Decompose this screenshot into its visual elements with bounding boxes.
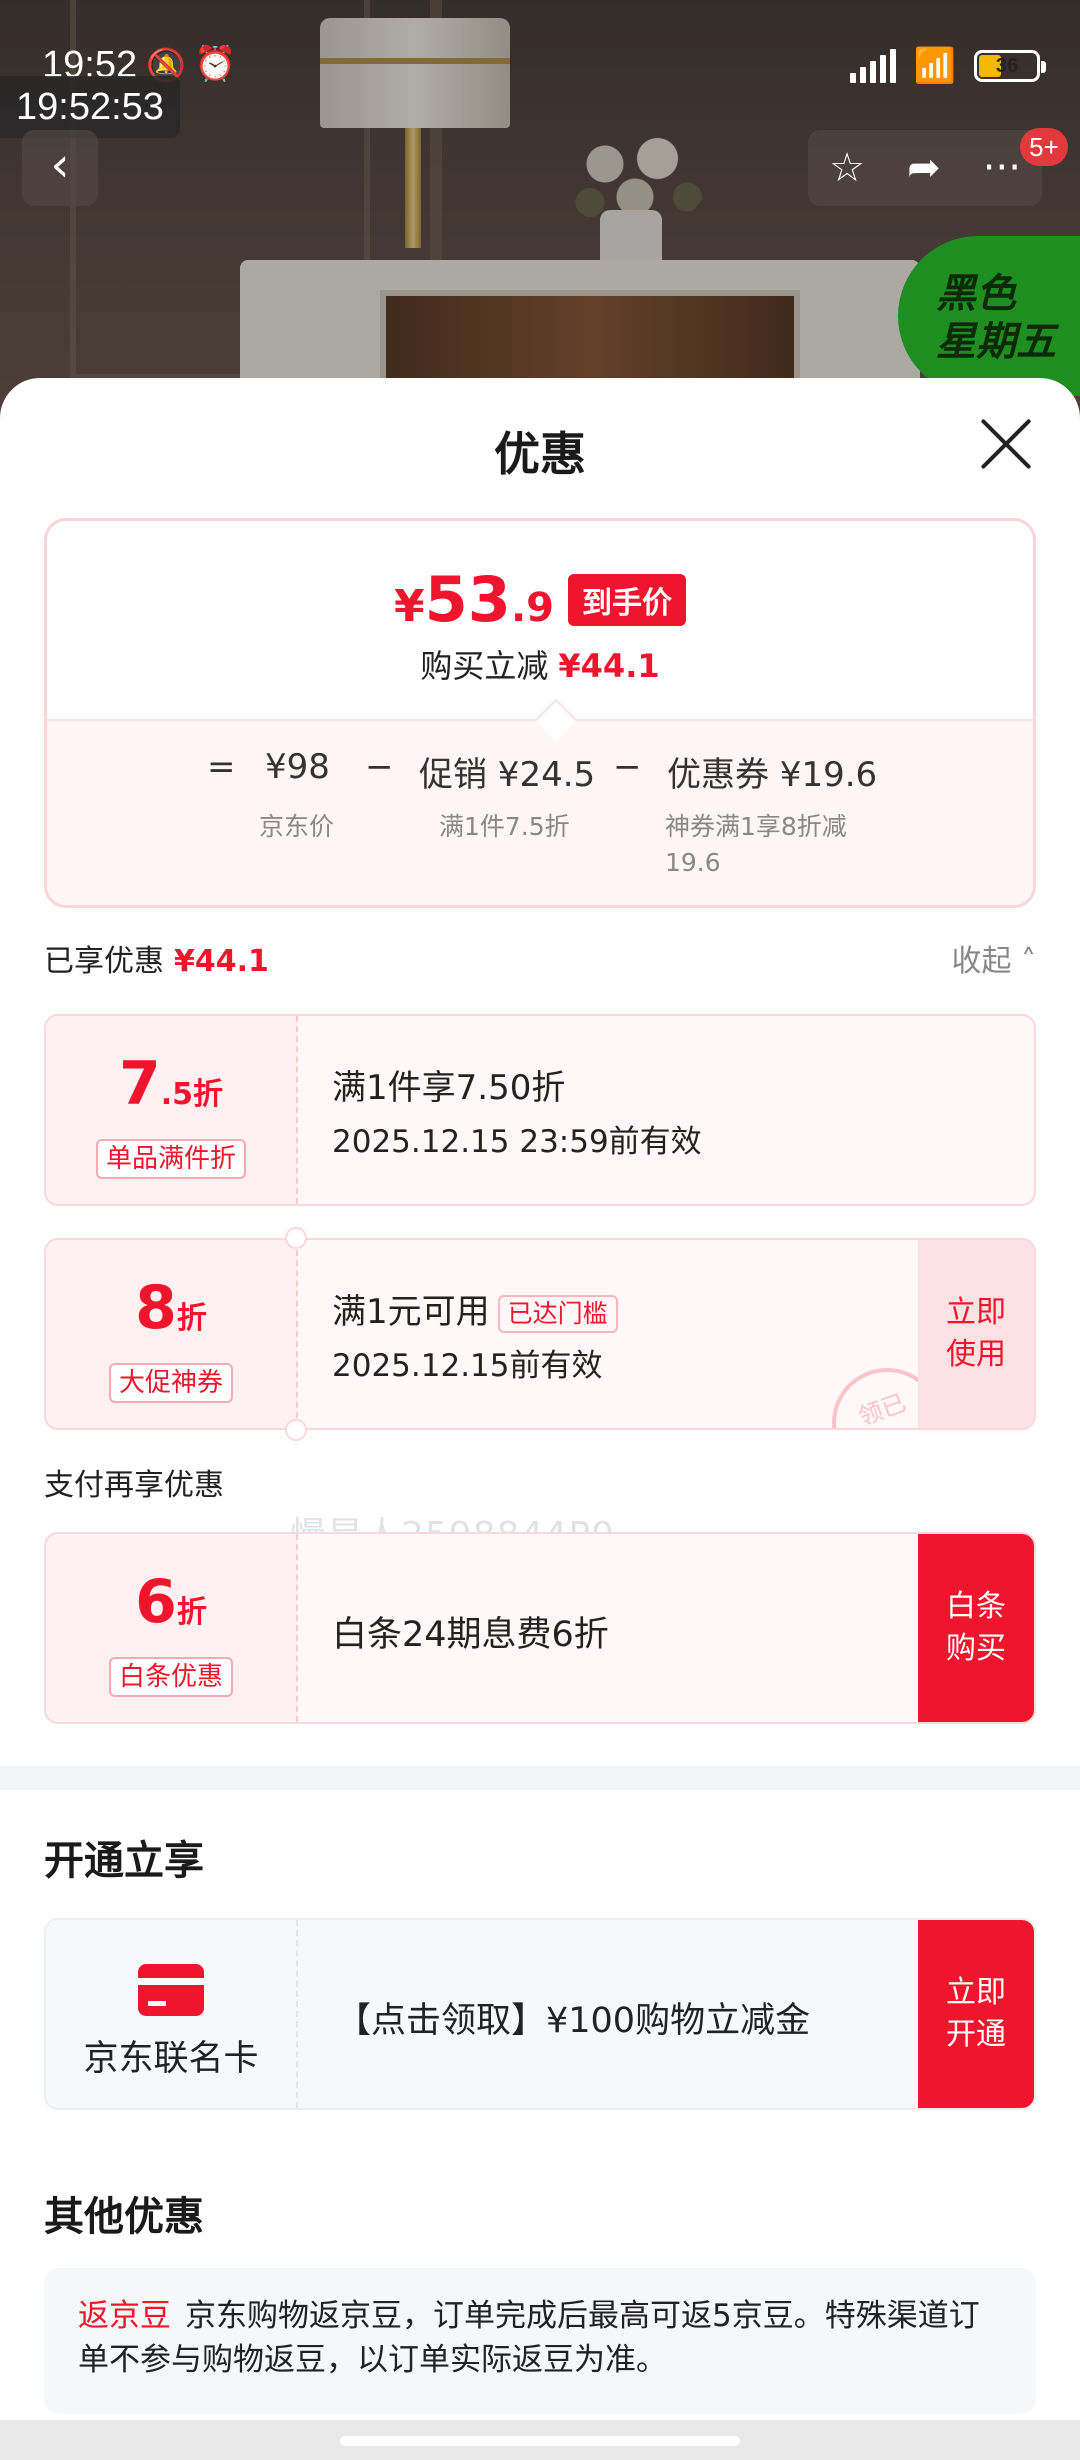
chevron-left-icon: ‹	[50, 137, 70, 193]
favorite-star-icon[interactable]: ☆	[829, 145, 865, 191]
back-button[interactable]: ‹	[22, 130, 98, 206]
promo-sticker[interactable]: 黑色 星期五	[898, 236, 1080, 396]
more-icon[interactable]: ···	[983, 145, 1021, 191]
equals-sign: =	[207, 747, 236, 787]
pay-section-label: 支付再享优惠	[44, 1468, 224, 1503]
price-breakdown: = ¥98 京东价 − 促销 ¥24.5 满1件7.5折 − 优惠券 ¥19.6…	[47, 719, 1033, 905]
final-price: ¥ 53 .9 到手价	[47, 563, 1033, 636]
final-price-currency: ¥	[394, 581, 425, 632]
minus-sign-1: −	[365, 747, 394, 787]
rebate-text: 京东购物返京豆，订单完成后最高可返5京豆。特殊渠道订单不参与购物返豆，以订单实际…	[78, 2298, 980, 2378]
other-section-title: 其他优惠	[44, 2194, 204, 2240]
signal-icon	[849, 49, 896, 83]
coupon-title-text: 满1元可用	[332, 1292, 490, 1332]
open-now-button[interactable]: 立即 开通	[918, 1920, 1034, 2108]
promo-sticker-line1: 黑色	[936, 271, 1016, 317]
final-price-integer: 53	[424, 563, 511, 636]
use-now-button[interactable]: 立即 使用	[918, 1240, 1034, 1428]
instant-off-value: ¥44.1	[558, 647, 660, 685]
close-icon[interactable]	[978, 416, 1034, 472]
sheet-title: 优惠	[494, 427, 586, 481]
coupon-validity: 2025.12.15前有效	[332, 1348, 603, 1384]
cobrand-card-offer: 京东联名卡 【点击领取】¥100购物立减金 立即 开通	[44, 1918, 1036, 2110]
instant-off-label: 购买立减	[420, 647, 549, 685]
credit-card-icon	[138, 1964, 204, 2016]
instant-off: 购买立减 ¥44.1	[47, 641, 1033, 687]
open-section-title: 开通立享	[44, 1838, 204, 1884]
coupon-amount-unit: 折	[176, 1301, 207, 1336]
coupon-amount: 6折	[46, 1570, 296, 1649]
coupon-title: 满1件享7.50折	[332, 1068, 566, 1108]
rebate-tag: 返京豆	[78, 2298, 171, 2334]
baitiao-buy-button[interactable]: 白条 购买	[918, 1534, 1034, 1722]
discount-sheet: 优惠 ¥ 53 .9 到手价 购买立减 ¥44.1 = ¥98 京东价 − 促销 …	[0, 378, 1080, 2428]
coupon-amount-unit: 折	[176, 1595, 207, 1630]
section-divider	[0, 1766, 1080, 1790]
coupon-amount: 7.5折	[46, 1052, 296, 1131]
coupon-card-discount: 7.5折 单品满件折 满1件享7.50折 2025.12.15 23:59前有效	[44, 1014, 1036, 1206]
coupon-amount-int: 6	[135, 1567, 177, 1637]
coupon-notch-bottom	[285, 1419, 307, 1441]
jingdou-rebate-row: 返京豆 京东购物返京豆，订单完成后最高可返5京豆。特殊渠道订单不参与购物返豆，以订…	[44, 2268, 1036, 2414]
gesture-bar-area	[0, 2420, 1080, 2460]
coupon-amount-dec: .5	[160, 1077, 194, 1112]
final-price-block: ¥ 53 .9 到手价 购买立减 ¥44.1	[47, 521, 1033, 719]
card-badge: 京东联名卡	[46, 1920, 298, 2108]
wifi-icon: 📶	[913, 46, 956, 86]
coupon-value: 6折 白条优惠	[46, 1534, 298, 1722]
minus-sign-2: −	[613, 747, 642, 787]
coupon-value: 7.5折 单品满件折	[46, 1016, 298, 1204]
home-indicator[interactable]	[340, 2436, 740, 2446]
coupon-validity: 2025.12.15 23:59前有效	[332, 1124, 702, 1160]
card-name: 京东联名卡	[83, 2039, 259, 2079]
coupon-notch-top	[285, 1227, 307, 1249]
coupon-discount-label-line2: 19.6	[665, 848, 721, 877]
threshold-met-pill: 已达门槛	[497, 1294, 618, 1333]
clock-overlay: 19:52:53	[0, 76, 180, 138]
base-price: ¥98	[265, 747, 330, 787]
status-right: 📶 36	[849, 46, 1046, 86]
promo-sticker-line2: 星期五	[936, 319, 1056, 365]
coupon-card-mega: 8折 大促神券 满1元可用 已达门槛 2025.12.15前有效 领已 立即 使用	[44, 1238, 1036, 1430]
coupon-amount-int: 8	[135, 1273, 177, 1343]
coupon-amount: 8折	[46, 1276, 296, 1355]
base-price-label: 京东价	[259, 812, 335, 841]
enjoyed-discount: 已享优惠 ¥44.1	[44, 936, 269, 980]
coupon-title: 满1元可用 已达门槛	[332, 1284, 618, 1333]
price-summary: ¥ 53 .9 到手价 购买立减 ¥44.1 = ¥98 京东价 − 促销 ¥24…	[44, 518, 1036, 908]
enjoyed-value: ¥44.1	[174, 944, 269, 979]
share-icon[interactable]: ➦	[907, 145, 941, 191]
chevron-up-icon: ˄	[1021, 944, 1036, 979]
message-badge: 5+	[1020, 128, 1068, 166]
final-price-tag: 到手价	[567, 573, 686, 626]
coupon-amount-int: 7	[118, 1049, 161, 1119]
alarm-icon: ⏰	[194, 44, 237, 84]
coupon-discount-label: 神券满1享8折减 19.6	[665, 809, 847, 881]
collapse-label: 收起	[951, 944, 1012, 979]
battery-level: 36	[995, 54, 1019, 77]
promo-discount-label: 满1件7.5折	[439, 812, 570, 841]
coupon-type-tag: 单品满件折	[95, 1139, 246, 1179]
collapse-button[interactable]: 收起 ˄	[951, 936, 1036, 980]
nav-actions: ☆ ➦ ···	[808, 130, 1042, 206]
coupon-card-baitiao: 6折 白条优惠 白条24期息费6折 白条 购买	[44, 1532, 1036, 1724]
coupon-discount-label-line1: 神券满1享8折减	[665, 812, 847, 841]
coupon-title: 白条24期息费6折	[332, 1615, 609, 1655]
enjoyed-label: 已享优惠	[44, 944, 164, 979]
coupon-value: 8折 大促神券	[46, 1240, 298, 1428]
card-offer-text[interactable]: 【点击领取】¥100购物立减金	[336, 1992, 810, 2043]
coupon-type-tag: 大促神券	[108, 1363, 233, 1403]
final-price-decimal: .9	[510, 585, 554, 631]
battery-icon: 36	[974, 50, 1046, 82]
coupon-discount: 优惠券 ¥19.6	[667, 755, 878, 795]
coupon-type-tag: 白条优惠	[108, 1657, 233, 1697]
promo-discount: 促销 ¥24.5	[419, 755, 596, 795]
coupon-amount-unit: 折	[193, 1077, 224, 1112]
